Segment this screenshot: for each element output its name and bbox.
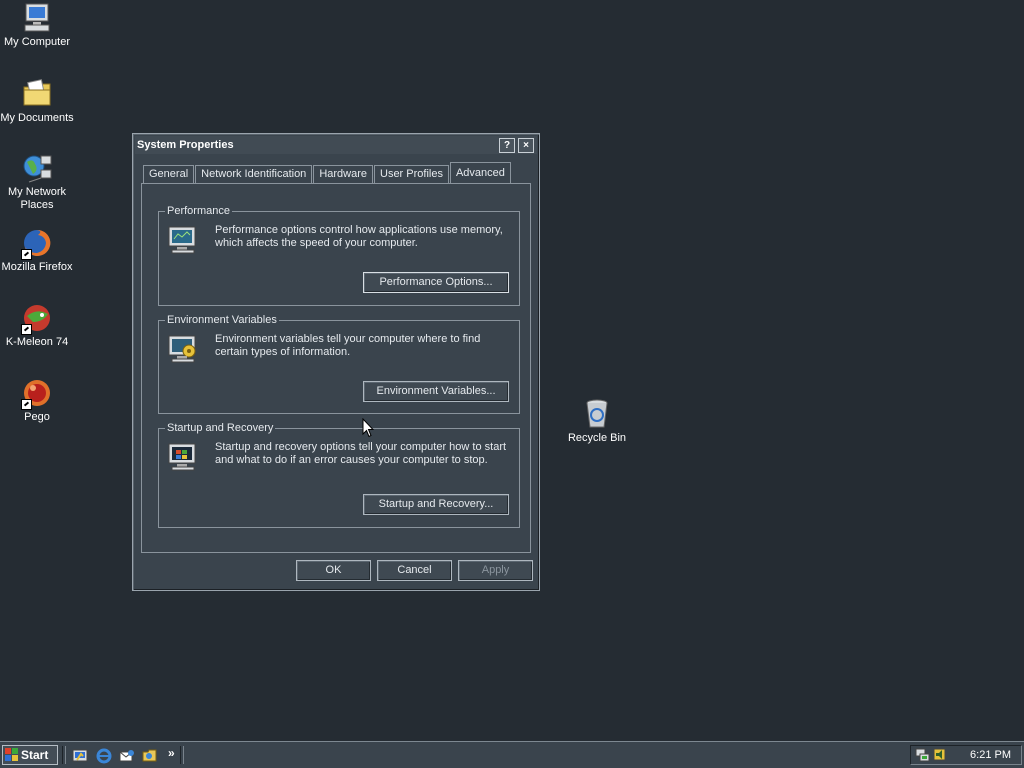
title-bar[interactable]: System Properties ? × bbox=[135, 136, 537, 154]
start-button[interactable]: Start bbox=[2, 745, 58, 765]
desktop-icon-k-meleon[interactable]: K-Meleon 74 bbox=[0, 302, 74, 349]
shortcut-arrow-icon bbox=[21, 249, 32, 260]
taskbar: Start » 6:21 PM bbox=[0, 741, 1024, 768]
environment-variables-button[interactable]: Environment Variables... bbox=[363, 381, 509, 402]
quick-launch-more-button[interactable]: » bbox=[168, 746, 175, 760]
desktop-icon-my-computer[interactable]: My Computer bbox=[0, 2, 74, 49]
desktop-icon-pego[interactable]: Pego bbox=[0, 377, 74, 424]
group-description: Startup and recovery options tell your c… bbox=[215, 441, 507, 466]
network-places-icon bbox=[23, 155, 52, 183]
system-properties-dialog: System Properties ? × General Network Id… bbox=[132, 133, 540, 591]
help-button[interactable]: ? bbox=[499, 137, 515, 153]
tab-user-profiles[interactable]: User Profiles bbox=[374, 165, 449, 183]
startup-recovery-group: Startup and Recovery Startup and recover… bbox=[158, 421, 520, 528]
dialog-title: System Properties bbox=[137, 139, 234, 151]
desktop-icon-label: Recycle Bin bbox=[567, 432, 627, 444]
tab-advanced[interactable]: Advanced bbox=[449, 162, 511, 183]
desktop-icon-label: My Network Places bbox=[7, 186, 67, 211]
desktop-icon-label: Pego bbox=[24, 411, 50, 423]
quick-launch-show-desktop-icon[interactable] bbox=[72, 748, 88, 764]
my-computer-icon bbox=[24, 3, 50, 32]
folder-documents-icon bbox=[23, 79, 51, 106]
shortcut-arrow-icon bbox=[21, 399, 32, 410]
desktop-icon-my-network-places[interactable]: My Network Places bbox=[0, 152, 74, 212]
desktop-icon-mozilla-firefox[interactable]: Mozilla Firefox bbox=[0, 227, 74, 274]
performance-monitor-icon bbox=[168, 226, 196, 254]
tab-network-identification[interactable]: Network Identification bbox=[195, 165, 313, 183]
group-description: Performance options control how applicat… bbox=[215, 224, 503, 249]
tab-general[interactable]: General bbox=[143, 165, 195, 183]
startup-monitor-icon bbox=[168, 443, 196, 471]
environment-variables-group: Environment Variables Environment variab… bbox=[158, 313, 520, 414]
group-title: Environment Variables bbox=[165, 313, 279, 327]
tab-hardware[interactable]: Hardware bbox=[313, 165, 373, 183]
desktop-icon-label: K-Meleon 74 bbox=[5, 336, 69, 348]
desktop-icon-label: Mozilla Firefox bbox=[1, 261, 73, 273]
desktop-icon-my-documents[interactable]: My Documents bbox=[0, 78, 74, 125]
desktop-icon-recycle-bin[interactable]: Recycle Bin bbox=[560, 398, 634, 445]
tab-strip: General Network Identification Hardware … bbox=[143, 162, 512, 183]
system-tray: 6:21 PM bbox=[910, 745, 1022, 765]
shortcut-arrow-icon bbox=[21, 324, 32, 335]
desktop-icon-label: My Computer bbox=[3, 36, 71, 48]
startup-recovery-button[interactable]: Startup and Recovery... bbox=[363, 494, 509, 515]
apply-button[interactable]: Apply bbox=[458, 560, 533, 581]
performance-options-button[interactable]: Performance Options... bbox=[363, 272, 509, 293]
network-tray-icon[interactable] bbox=[915, 747, 931, 763]
recycle-bin-icon bbox=[586, 399, 608, 428]
quick-launch-separator bbox=[62, 746, 66, 764]
windows-logo-icon bbox=[5, 748, 18, 761]
group-title: Startup and Recovery bbox=[165, 421, 276, 435]
performance-group: Performance Performance options control … bbox=[158, 204, 520, 306]
group-title: Performance bbox=[165, 204, 232, 218]
volume-tray-icon[interactable] bbox=[932, 747, 948, 763]
start-label: Start bbox=[21, 748, 49, 762]
ok-button[interactable]: OK bbox=[296, 560, 371, 581]
quick-launch-internet-explorer-icon[interactable] bbox=[96, 748, 112, 764]
quick-launch-explorer-icon[interactable] bbox=[142, 748, 158, 764]
quick-launch-separator bbox=[180, 746, 184, 764]
quick-launch-outlook-express-icon[interactable] bbox=[119, 748, 135, 764]
mouse-pointer-icon bbox=[362, 418, 374, 438]
desktop-icon-label: My Documents bbox=[0, 112, 74, 124]
cancel-button[interactable]: Cancel bbox=[377, 560, 452, 581]
clock[interactable]: 6:21 PM bbox=[970, 749, 1011, 761]
advanced-tab-panel: Performance Performance options control … bbox=[141, 183, 531, 553]
group-description: Environment variables tell your computer… bbox=[215, 333, 481, 358]
environment-monitor-icon bbox=[168, 335, 196, 363]
close-button[interactable]: × bbox=[518, 137, 534, 153]
